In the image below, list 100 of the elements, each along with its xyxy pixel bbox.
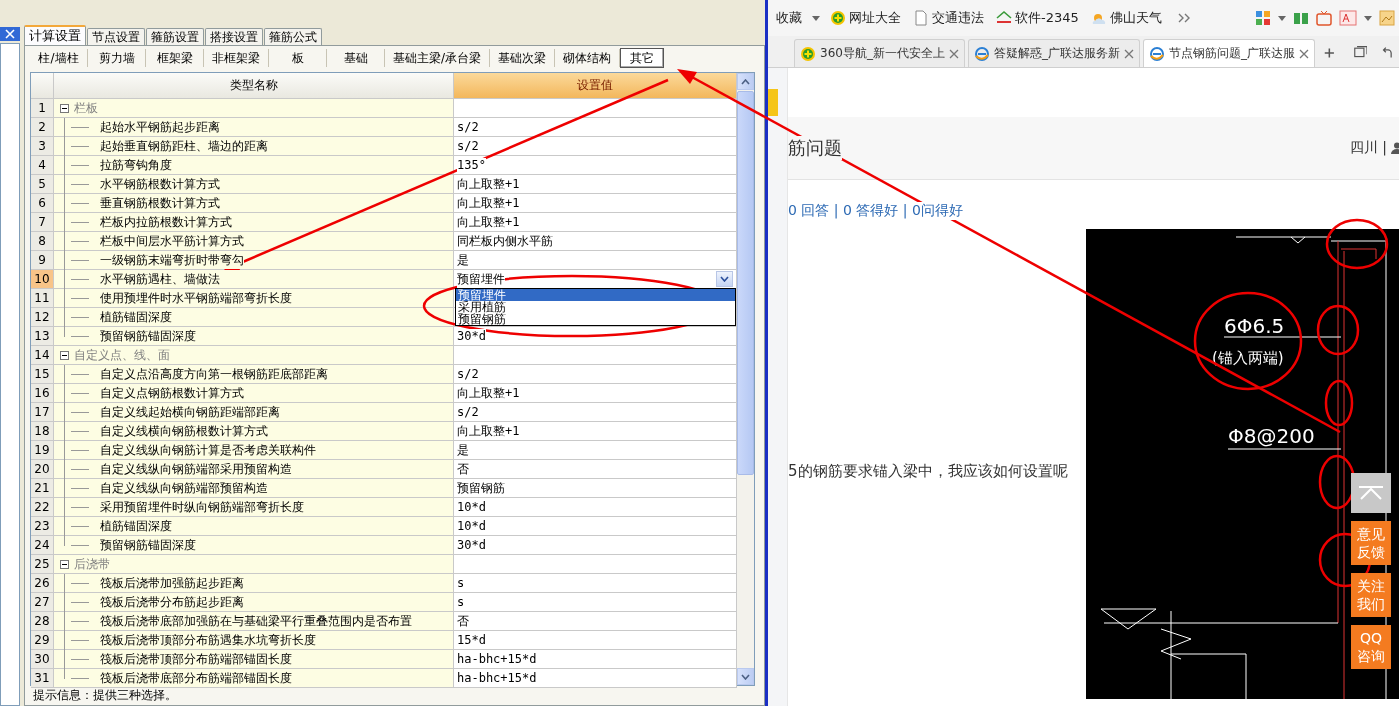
setting-value: 向上取整+1 [457, 386, 520, 401]
row-number: 16 [31, 384, 54, 404]
tab-title: 答疑解惑_广联达服务新 [993, 45, 1120, 62]
annotation-ellipse [1325, 218, 1389, 270]
apps-grid-icon[interactable] [1255, 10, 1271, 26]
row-number: 5 [31, 175, 54, 195]
row-number: 13 [31, 327, 54, 347]
bookmark-link[interactable]: 软件-2345 [996, 9, 1079, 27]
setting-name: 一级钢筋末端弯折时带弯勾 [100, 251, 244, 270]
row-number: 24 [31, 536, 54, 556]
sub-tab[interactable]: 剪力墙 [88, 49, 146, 68]
book-icon[interactable] [1293, 10, 1309, 26]
setting-value: 是 [457, 443, 469, 458]
column-header: 类型名称 [54, 73, 454, 100]
sub-tab[interactable]: 板 [269, 49, 327, 68]
arrow-up-icon [1359, 486, 1383, 500]
setting-value: 向上取整+1 [457, 196, 520, 211]
sub-tab[interactable]: 基础 [327, 49, 385, 68]
setting-value: 预留钢筋 [457, 481, 505, 496]
header-cell [31, 73, 54, 100]
row-number: 14 [31, 346, 54, 366]
setting-value: 向上取整+1 [457, 177, 520, 192]
setting-value: s/2 [457, 367, 479, 382]
dropdown-button[interactable] [716, 271, 733, 288]
close-icon[interactable] [1298, 48, 1309, 59]
tab[interactable]: 箍筋设置 [146, 28, 204, 45]
setting-value: 是 [457, 253, 469, 268]
sub-tab[interactable]: 柱/墙柱 [30, 49, 88, 68]
tab[interactable]: 节点设置 [87, 28, 145, 45]
close-icon[interactable] [1123, 48, 1134, 59]
bookmark-link[interactable]: 网址大全 [830, 9, 901, 27]
image-icon[interactable] [1379, 10, 1395, 26]
sub-tab[interactable]: 基础主梁/承台梁 [385, 49, 491, 68]
row-number: 20 [31, 460, 54, 480]
setting-value: s/2 [457, 139, 479, 154]
column-header: 设置值 [454, 73, 737, 100]
scroll-down-button[interactable] [737, 668, 754, 686]
tab[interactable]: 箍筋公式 [264, 28, 322, 45]
browser-tab[interactable]: 360导航_新一代安全上 [794, 39, 965, 67]
row-number: 11 [31, 289, 54, 309]
chevron-down-icon [720, 276, 729, 283]
browser-tab[interactable]: 节点钢筋问题_广联达服 [1142, 39, 1315, 67]
dropdown-option[interactable]: 预留埋件 [456, 289, 735, 302]
stats-link[interactable]: 0 回答 | 0 答得好 | 0问得好 [788, 202, 963, 220]
caret-icon [1364, 15, 1372, 21]
caret-icon [812, 15, 820, 21]
row-number: 30 [31, 650, 54, 670]
collapse-toggle[interactable] [60, 350, 69, 360]
setting-value: s/2 [457, 405, 479, 420]
bookmark-link[interactable]: 交通违法 [913, 9, 984, 27]
tv-icon[interactable] [1316, 10, 1332, 26]
annotation-ellipse [1316, 304, 1360, 356]
close-icon [5, 29, 15, 39]
group-name: 栏板 [74, 100, 98, 118]
status-text: 提示信息：提供三种选择。 [32, 687, 178, 705]
plus-icon[interactable] [1323, 46, 1335, 60]
question-title: 筋问题 [788, 136, 842, 160]
sub-tab[interactable]: 基础次梁 [490, 49, 556, 68]
chevrons-icon[interactable] [1177, 13, 1192, 23]
sub-tab[interactable]: 框架梁 [146, 49, 204, 68]
row-number: 7 [31, 213, 54, 233]
row-number: 18 [31, 422, 54, 442]
row-number: 19 [31, 441, 54, 461]
sub-tab[interactable]: 其它 [620, 48, 665, 69]
e-logo-icon [973, 45, 990, 62]
setting-value: 否 [457, 614, 469, 629]
row-number: 4 [31, 156, 54, 176]
scroll-up-button[interactable] [737, 73, 754, 91]
annotation-ellipse [1324, 379, 1354, 427]
bookmark-link[interactable]: 佛山天气 [1090, 9, 1162, 27]
text-icon[interactable] [1339, 10, 1357, 26]
tab-title: 360导航_新一代安全上 [820, 45, 945, 62]
bookmark-link[interactable]: 收藏 [776, 9, 802, 27]
row-number: 25 [31, 555, 54, 575]
tab[interactable]: 计算设置 [24, 25, 86, 45]
region-text: 四川 | [1349, 139, 1387, 157]
drawing-label: 6Φ6.5 [1224, 314, 1285, 338]
tab[interactable]: 搭接设置 [205, 28, 263, 45]
dropdown-option[interactable]: 预留钢筋 [456, 313, 735, 326]
undo-icon[interactable] [1382, 46, 1393, 60]
chevron-down-icon [741, 673, 750, 680]
row-number: 1 [31, 99, 54, 119]
scrollbar-thumb[interactable] [737, 91, 754, 476]
caret-icon [1278, 15, 1286, 21]
browser-tab[interactable]: 答疑解惑_广联达服务新 [967, 39, 1140, 67]
close-button[interactable] [0, 27, 20, 41]
side-handle[interactable] [768, 89, 778, 116]
annotation-ellipse [1318, 454, 1356, 510]
row-number: 15 [31, 365, 54, 385]
windows-icon[interactable] [1353, 44, 1368, 60]
sub-tab[interactable]: 非框架梁 [204, 49, 269, 68]
dropdown-option[interactable]: 采用植筋 [456, 301, 735, 314]
collapse-toggle[interactable] [60, 559, 69, 569]
setting-value: 预留埋件 [457, 270, 505, 289]
row-number: 21 [31, 479, 54, 499]
globe-plus-icon [830, 10, 846, 26]
row-number: 31 [31, 669, 54, 689]
row-number: 28 [31, 612, 54, 632]
collapse-toggle[interactable] [60, 103, 69, 113]
close-icon[interactable] [948, 48, 959, 59]
